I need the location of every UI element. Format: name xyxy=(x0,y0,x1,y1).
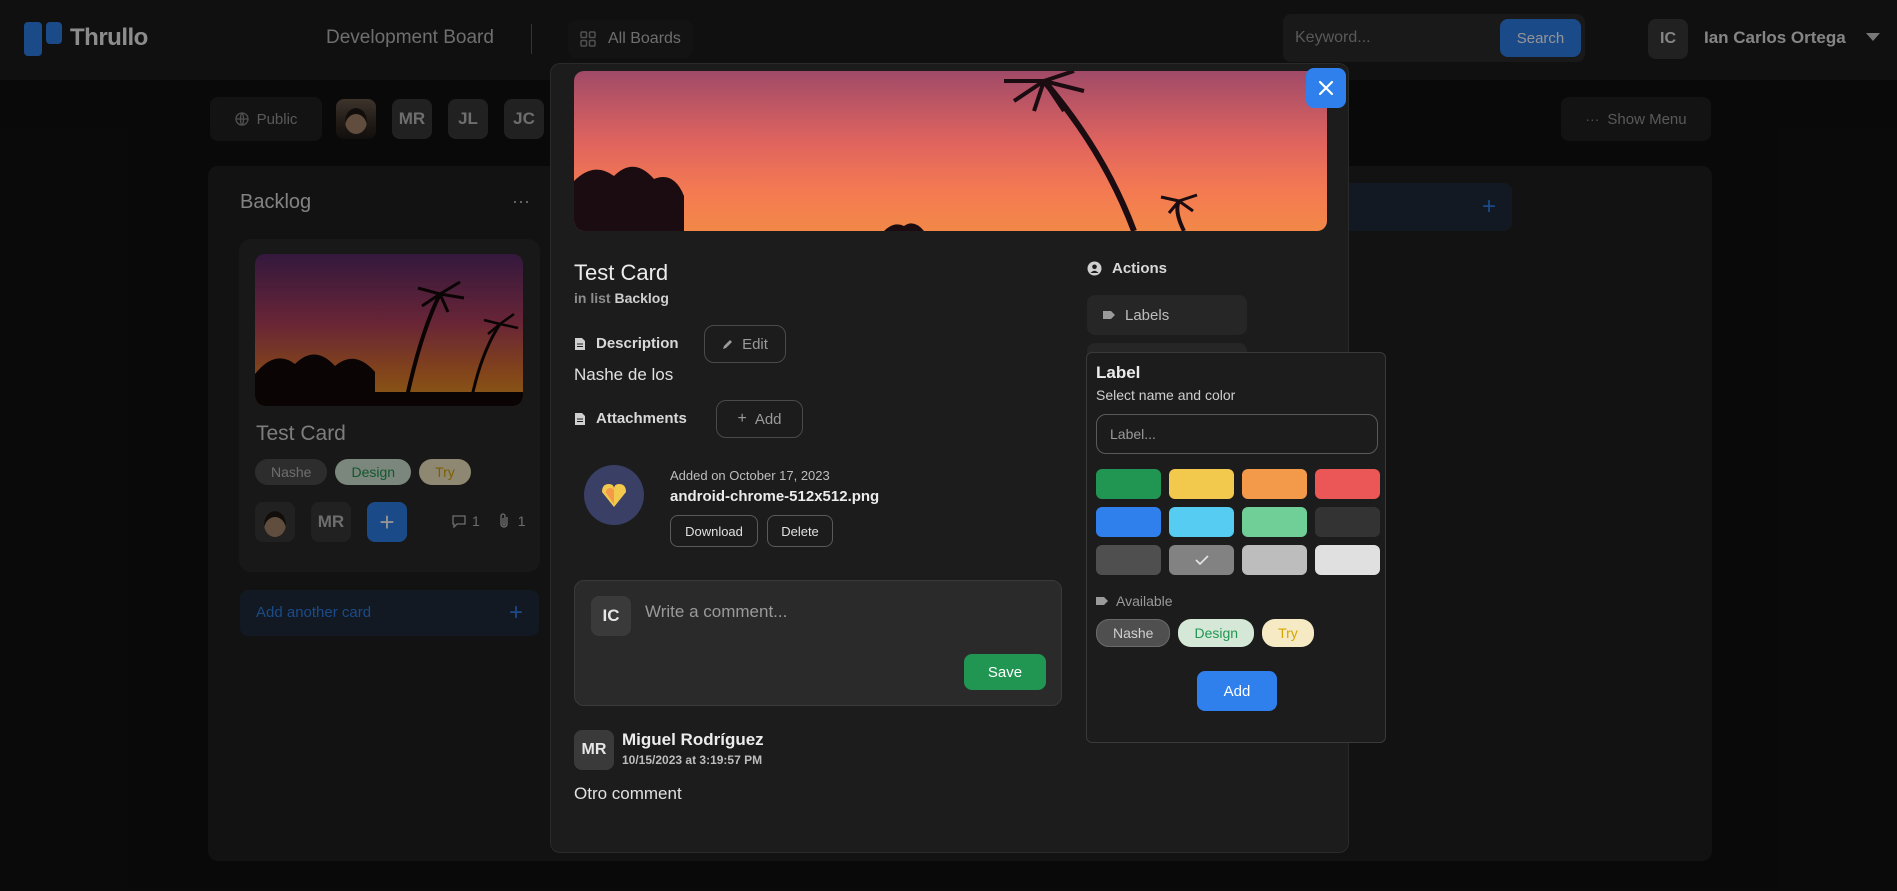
attachment-file-name: android-chrome-512x512.png xyxy=(670,488,880,505)
edit-description-button[interactable]: Edit xyxy=(704,325,786,363)
color-swatch-blue[interactable] xyxy=(1096,507,1161,537)
comment-date: 10/15/2023 at 3:19:57 PM xyxy=(622,753,763,767)
in-list-prefix: in list xyxy=(574,290,611,306)
document-icon xyxy=(575,337,585,350)
add-label: Add xyxy=(754,410,782,428)
card-title: Test Card xyxy=(574,260,669,285)
download-button[interactable]: Download xyxy=(670,515,758,547)
color-swatch-red[interactable] xyxy=(1315,469,1380,499)
available-label: Available xyxy=(1116,593,1173,609)
color-swatch-medium-gray[interactable] xyxy=(1169,545,1234,575)
attachment-thumbnail xyxy=(584,465,644,525)
comment-author-avatar: MR xyxy=(574,730,614,770)
labels-button[interactable]: Labels xyxy=(1087,295,1247,335)
color-swatch-white-gray[interactable] xyxy=(1315,545,1380,575)
label-name-input[interactable] xyxy=(1096,414,1378,454)
attachment-date: Added on October 17, 2023 xyxy=(670,468,830,483)
color-swatch-light-green[interactable] xyxy=(1242,507,1307,537)
tag-icon xyxy=(1103,311,1115,319)
actions-heading: Actions xyxy=(1087,260,1167,277)
color-swatch-light-gray[interactable] xyxy=(1242,545,1307,575)
pencil-icon xyxy=(723,340,733,349)
available-label-chip[interactable]: Try xyxy=(1262,619,1314,647)
delete-button[interactable]: Delete xyxy=(767,515,833,547)
check-icon xyxy=(1194,555,1209,565)
add-label-button[interactable]: Add xyxy=(1197,671,1277,711)
attachments-heading: Attachments xyxy=(574,410,687,427)
popover-subtitle: Select name and color xyxy=(1096,387,1236,403)
color-swatch-orange[interactable] xyxy=(1242,469,1307,499)
available-heading: Available xyxy=(1096,593,1173,609)
add-attachment-button[interactable]: + Add xyxy=(716,400,803,438)
available-labels: Nashe Design Try xyxy=(1096,619,1314,647)
color-swatch-gray[interactable] xyxy=(1096,545,1161,575)
comment-text: Otro comment xyxy=(574,784,682,803)
card-list-info: in list Backlog xyxy=(574,290,669,306)
color-swatch-yellow[interactable] xyxy=(1169,469,1234,499)
labels-label: Labels xyxy=(1125,306,1170,324)
close-icon xyxy=(1318,80,1334,96)
color-swatch-light-blue[interactable] xyxy=(1169,507,1234,537)
user-circle-icon xyxy=(1087,261,1102,276)
attachments-label: Attachments xyxy=(596,410,687,427)
popover-title: Label xyxy=(1096,363,1141,382)
card-cover-image xyxy=(574,71,1327,231)
plus-icon: + xyxy=(737,410,747,427)
in-list-name: Backlog xyxy=(614,290,669,306)
description-text: Nashe de los xyxy=(574,365,674,384)
color-swatch-dark-gray[interactable] xyxy=(1315,507,1380,537)
comment-box: IC Save xyxy=(574,580,1062,706)
actions-label: Actions xyxy=(1112,260,1168,277)
label-popover: Label Select name and color Available Na… xyxy=(1086,352,1386,743)
tag-icon xyxy=(1096,597,1108,605)
available-label-chip[interactable]: Design xyxy=(1178,619,1255,647)
comment-author: Miguel Rodríguez xyxy=(622,730,764,749)
description-label: Description xyxy=(596,335,679,352)
save-comment-button[interactable]: Save xyxy=(964,654,1046,690)
description-heading: Description xyxy=(574,335,679,352)
document-icon xyxy=(575,412,585,425)
user-avatar: IC xyxy=(591,596,631,636)
available-label-chip[interactable]: Nashe xyxy=(1096,619,1171,647)
color-swatch-green[interactable] xyxy=(1096,469,1161,499)
edit-label: Edit xyxy=(742,335,768,353)
comment-input[interactable] xyxy=(645,599,1025,625)
close-button[interactable] xyxy=(1306,68,1346,108)
